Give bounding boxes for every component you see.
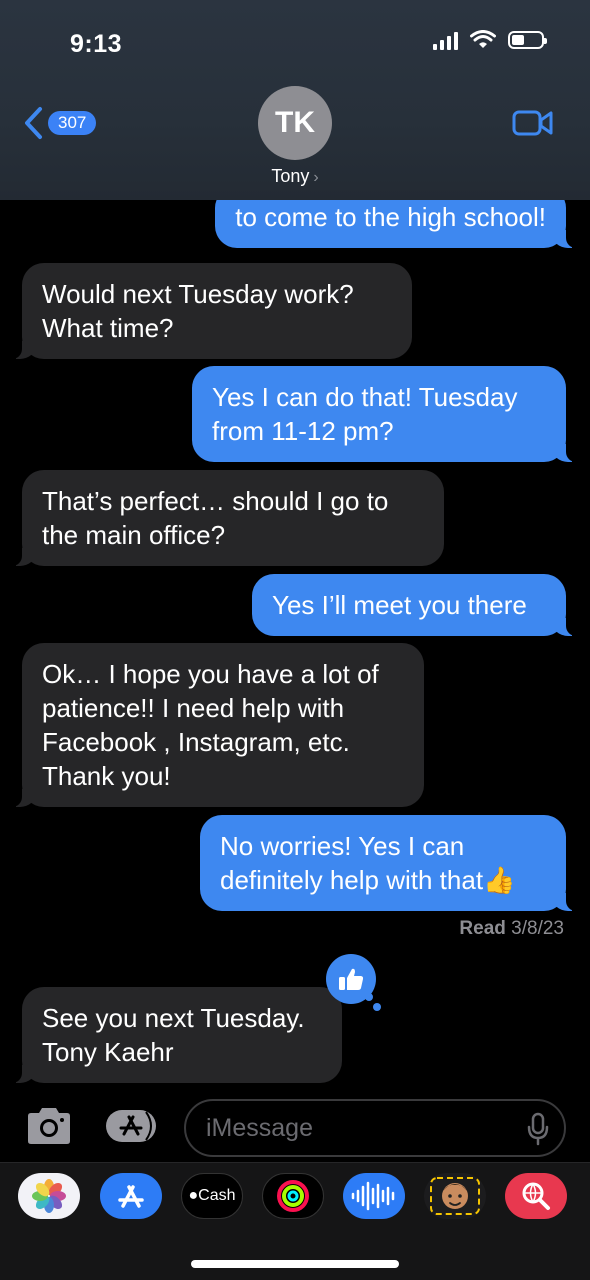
home-indicator[interactable] bbox=[191, 1260, 399, 1268]
status-icons bbox=[433, 30, 547, 50]
web-search-icon bbox=[522, 1182, 550, 1210]
activity-app-button[interactable] bbox=[262, 1173, 324, 1219]
message-input-placeholder: iMessage bbox=[206, 1114, 313, 1142]
photos-app-button[interactable] bbox=[18, 1173, 80, 1219]
camera-icon bbox=[28, 1108, 70, 1144]
message-line: the main office? bbox=[42, 520, 226, 550]
unread-count-badge: 307 bbox=[48, 111, 97, 135]
message-bubble-incoming[interactable]: Ok… I hope you have a lot of patience!! … bbox=[10, 643, 424, 807]
message-bubble-outgoing[interactable]: Yes I’ll meet you there bbox=[252, 574, 578, 636]
message-line: That’s perfect… should I go to bbox=[42, 486, 389, 516]
contact-name: Tony bbox=[271, 166, 310, 186]
message-bubble-incoming[interactable]: Would next Tuesday work? What time? bbox=[10, 263, 412, 359]
apps-button[interactable] bbox=[104, 1106, 160, 1151]
app-store-icon bbox=[118, 1185, 144, 1208]
message-line: No worries! Yes I can bbox=[220, 831, 465, 861]
apple-cash-app-button[interactable]: ●Cash bbox=[181, 1173, 243, 1219]
read-receipt: Read 3/8/23 bbox=[459, 918, 564, 940]
app-store-app-button[interactable] bbox=[100, 1173, 162, 1219]
message-line: from 11-12 pm? bbox=[212, 416, 394, 446]
tapback-reaction[interactable] bbox=[326, 954, 376, 1004]
message-line: patience!! I need help with bbox=[42, 693, 345, 723]
dictation-button[interactable] bbox=[526, 1112, 550, 1151]
photos-icon bbox=[32, 1179, 66, 1213]
message-input[interactable]: iMessage bbox=[184, 1099, 566, 1157]
cellular-signal-icon bbox=[433, 30, 458, 50]
camera-button[interactable] bbox=[24, 1106, 74, 1151]
message-bubble-outgoing[interactable]: No worries! Yes I can definitely help wi… bbox=[200, 815, 578, 911]
read-date: 3/8/23 bbox=[511, 918, 564, 939]
back-button[interactable]: 307 bbox=[22, 106, 97, 140]
tapback-tail-small bbox=[373, 1003, 381, 1011]
thumbs-up-icon bbox=[339, 968, 364, 990]
message-line: Ok… I hope you have a lot of bbox=[42, 659, 379, 689]
battery-icon bbox=[508, 31, 547, 49]
apple-cash-icon: ●Cash bbox=[188, 1187, 236, 1204]
chevron-left-icon bbox=[25, 107, 42, 139]
apple-cash-label: Cash bbox=[198, 1187, 236, 1204]
message-line: Thank you! bbox=[42, 761, 171, 791]
video-camera-icon bbox=[512, 110, 553, 136]
message-bubble-incoming[interactable]: See you next Tuesday. Tony Kaehr bbox=[10, 987, 342, 1083]
audio-message-icon bbox=[351, 1181, 395, 1211]
audio-message-app-button[interactable] bbox=[343, 1173, 405, 1219]
message-line: See you next Tuesday. bbox=[42, 1003, 305, 1033]
conversation-header: 9:13 307 TK Tony › bbox=[0, 0, 590, 200]
message-bubble-outgoing[interactable]: Yes I can do that! Tuesday from 11-12 pm… bbox=[192, 366, 578, 462]
facetime-video-button[interactable] bbox=[512, 108, 554, 143]
message-line: Yes I’ll meet you there bbox=[272, 590, 527, 620]
activity-icon bbox=[277, 1180, 309, 1212]
status-time: 9:13 bbox=[70, 30, 123, 58]
microphone-icon bbox=[527, 1112, 549, 1146]
read-label: Read bbox=[459, 918, 506, 939]
contact-avatar[interactable]: TK bbox=[258, 86, 332, 160]
app-store-icon bbox=[106, 1110, 156, 1142]
web-search-app-button[interactable] bbox=[505, 1173, 567, 1219]
message-line: Yes I can do that! Tuesday bbox=[212, 382, 518, 412]
message-line: What time? bbox=[42, 313, 174, 343]
chevron-right-icon: › bbox=[313, 169, 319, 186]
message-line: to come to the high school! bbox=[235, 202, 546, 232]
message-line: Facebook , Instagram, etc. bbox=[42, 727, 350, 757]
message-line: Tony Kaehr bbox=[42, 1037, 174, 1067]
message-line: Would next Tuesday work? bbox=[42, 279, 354, 309]
contact-name-button[interactable]: Tony › bbox=[0, 166, 590, 187]
memoji-icon bbox=[430, 1177, 480, 1215]
wifi-icon bbox=[470, 30, 496, 48]
message-line: definitely help with that👍 bbox=[220, 865, 516, 895]
memoji-app-button[interactable] bbox=[424, 1173, 486, 1219]
message-bubble-incoming[interactable]: That’s perfect… should I go to the main … bbox=[10, 470, 444, 566]
